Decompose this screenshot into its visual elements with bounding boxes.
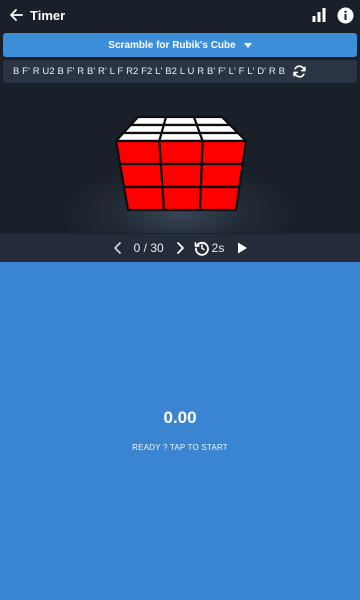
front-sticker	[114, 139, 162, 166]
top-sticker	[198, 131, 248, 143]
top-sticker	[158, 131, 204, 143]
scramble-type-select[interactable]: Scramble for Rubik's Cube	[3, 33, 357, 57]
chevron-left-icon	[113, 242, 121, 254]
stats-button[interactable]	[310, 6, 328, 24]
front-sticker	[200, 139, 248, 166]
cube-preview	[0, 83, 360, 233]
rubiks-cube-3d	[114, 115, 248, 212]
top-sticker	[162, 115, 198, 127]
playback-speed-value: 2s	[211, 241, 225, 255]
front-sticker	[199, 162, 244, 189]
playback-speed-button[interactable]: 2s	[194, 240, 225, 256]
front-sticker	[158, 139, 204, 166]
front-sticker	[159, 162, 203, 189]
play-icon	[238, 242, 248, 254]
scramble-type-label: Scramble for Rubik's Cube	[108, 39, 236, 51]
refresh-scramble-button[interactable]	[291, 64, 307, 80]
top-sticker	[114, 131, 163, 143]
app-bar: Timer	[0, 0, 360, 30]
previous-move-button[interactable]	[112, 241, 124, 255]
next-move-button[interactable]	[174, 241, 186, 255]
page-title: Timer	[30, 7, 66, 23]
scramble-sequence: B F' R U2 B F' R B' R' L F R2 F2 L' B2 L…	[13, 66, 286, 77]
timer-display: 0.00	[163, 408, 197, 427]
caret-down-icon	[243, 42, 252, 48]
front-sticker	[198, 185, 241, 212]
top-sticker	[122, 123, 165, 135]
play-button[interactable]	[236, 241, 248, 255]
timer-reset-icon	[194, 241, 209, 256]
front-sticker	[161, 185, 202, 212]
front-sticker	[118, 162, 164, 189]
move-counter: 0 / 30	[133, 241, 164, 255]
info-button[interactable]	[336, 6, 354, 24]
bar-chart-icon	[312, 8, 326, 22]
top-sticker	[129, 115, 168, 127]
timer-hint: READY ? TAP TO START	[132, 443, 228, 452]
playback-bar: 0 / 30 2s	[0, 234, 360, 262]
back-button[interactable]	[2, 0, 30, 30]
refresh-icon	[292, 65, 306, 78]
scramble-bar: B F' R U2 B F' R B' R' L F R2 F2 L' B2 L…	[3, 60, 357, 83]
timer-tap-area[interactable]: 0.00 READY ? TAP TO START	[0, 262, 360, 600]
front-sticker	[122, 185, 166, 212]
info-icon	[337, 7, 353, 23]
top-sticker	[192, 115, 232, 127]
top-sticker	[160, 123, 201, 135]
arrow-left-icon	[10, 9, 23, 21]
chevron-right-icon	[176, 242, 184, 254]
top-sticker	[195, 123, 240, 135]
